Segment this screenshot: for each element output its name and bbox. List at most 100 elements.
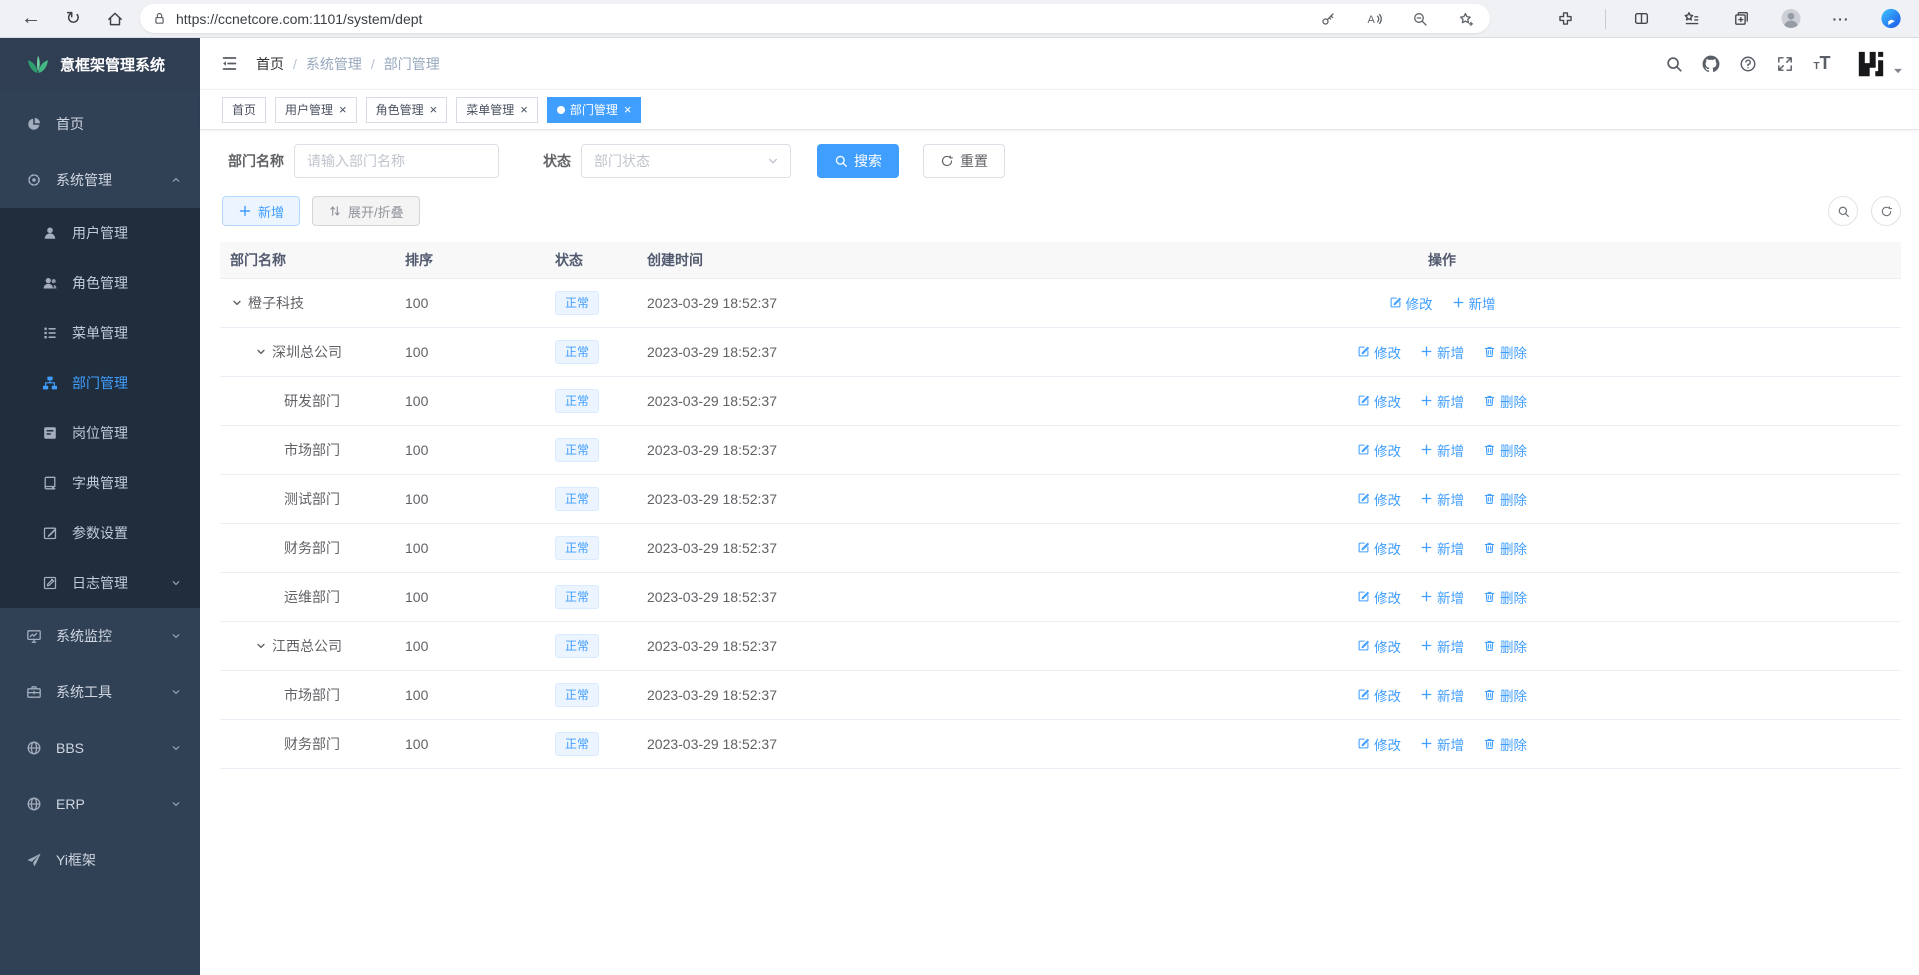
tab-dept[interactable]: 部门管理× [547, 97, 642, 123]
back-arrow-icon[interactable]: ← [20, 8, 42, 30]
tree-caret-icon[interactable] [230, 296, 244, 310]
row-add-link[interactable]: 新增 [1420, 342, 1464, 362]
row-delete-link[interactable]: 删除 [1483, 391, 1527, 411]
row-delete-link[interactable]: 删除 [1483, 734, 1527, 754]
sidebar-item-user-mgmt[interactable]: 用户管理 [0, 208, 200, 258]
row-delete-link[interactable]: 删除 [1483, 538, 1527, 558]
home-icon[interactable] [104, 8, 126, 30]
more-icon[interactable]: ··· [1831, 9, 1851, 29]
row-delete-link[interactable]: 删除 [1483, 342, 1527, 362]
search-icon[interactable] [1662, 52, 1686, 76]
star-plus-icon[interactable] [1456, 9, 1476, 29]
row-add-link[interactable]: 新增 [1420, 391, 1464, 411]
user-menu[interactable] [1856, 49, 1903, 79]
sidebar-item-bbs[interactable]: BBS [0, 720, 200, 776]
sidebar-item-role-mgmt[interactable]: 角色管理 [0, 258, 200, 308]
badge-icon [42, 425, 58, 441]
row-add-link[interactable]: 新增 [1420, 734, 1464, 754]
split-screen-icon[interactable] [1605, 9, 1651, 29]
row-edit-link[interactable]: 修改 [1357, 587, 1401, 607]
collapse-menu-icon[interactable] [220, 54, 240, 74]
add-button[interactable]: 新增 [222, 196, 300, 226]
profile-icon[interactable] [1781, 9, 1801, 29]
breadcrumb-item[interactable]: 首页 [256, 54, 284, 74]
read-aloud-icon[interactable]: A [1364, 9, 1384, 29]
row-edit-link[interactable]: 修改 [1357, 489, 1401, 509]
sidebar-item-dict-mgmt[interactable]: 字典管理 [0, 458, 200, 508]
refresh-table-button[interactable] [1871, 196, 1901, 226]
tree-caret-icon[interactable] [254, 639, 268, 653]
row-add-link[interactable]: 新增 [1420, 587, 1464, 607]
row-add-link[interactable]: 新增 [1420, 636, 1464, 656]
tab-role[interactable]: 角色管理× [366, 97, 448, 123]
close-icon[interactable]: × [520, 103, 528, 116]
sidebar-item-log-mgmt[interactable]: 日志管理 [0, 558, 200, 608]
filler-cell [1592, 376, 1901, 425]
row-edit-link[interactable]: 修改 [1357, 538, 1401, 558]
app-logo: 意框架管理系统 [0, 38, 200, 90]
row-add-link[interactable]: 新增 [1420, 538, 1464, 558]
row-edit-link[interactable]: 修改 [1357, 391, 1401, 411]
row-edit-link[interactable]: 修改 [1357, 440, 1401, 460]
row-delete-link[interactable]: 删除 [1483, 636, 1527, 656]
row-add-link[interactable]: 新增 [1452, 293, 1496, 313]
search-button[interactable]: 搜索 [817, 144, 899, 178]
created-time-cell: 2023-03-29 18:52:37 [637, 278, 1292, 327]
sidebar-item-system-monitor[interactable]: 系统监控 [0, 608, 200, 664]
reload-icon[interactable]: ↻ [62, 8, 84, 30]
row-delete-link[interactable]: 删除 [1483, 587, 1527, 607]
status-select[interactable]: 部门状态 [581, 144, 791, 178]
tab-user[interactable]: 用户管理× [275, 97, 357, 123]
row-edit-link[interactable]: 修改 [1357, 636, 1401, 656]
help-icon[interactable] [1736, 52, 1760, 76]
font-size-icon[interactable]: TT [1810, 52, 1834, 76]
row-edit-link[interactable]: 修改 [1389, 293, 1433, 313]
sidebar-item-dept-mgmt[interactable]: 部门管理 [0, 358, 200, 408]
row-add-link[interactable]: 新增 [1420, 685, 1464, 705]
row-delete-link[interactable]: 删除 [1483, 685, 1527, 705]
chevron-down-icon [170, 630, 182, 642]
reset-button[interactable]: 重置 [923, 144, 1005, 178]
sidebar-item-param-settings[interactable]: 参数设置 [0, 508, 200, 558]
fullscreen-icon[interactable] [1773, 52, 1797, 76]
address-bar[interactable]: https://ccnetcore.com:1101/system/dept A [140, 4, 1490, 33]
sort-cell: 100 [395, 621, 545, 670]
row-delete-link[interactable]: 删除 [1483, 489, 1527, 509]
created-time-cell: 2023-03-29 18:52:37 [637, 670, 1292, 719]
sidebar-item-post-mgmt[interactable]: 岗位管理 [0, 408, 200, 458]
chevron-down-icon [170, 742, 182, 754]
key-icon[interactable] [1318, 9, 1338, 29]
collections-icon[interactable] [1731, 9, 1751, 29]
action-label: 删除 [1500, 587, 1527, 607]
sidebar-item-erp[interactable]: ERP [0, 776, 200, 832]
sidebar-item-menu-mgmt[interactable]: 菜单管理 [0, 308, 200, 358]
github-icon[interactable] [1699, 52, 1723, 76]
tree-caret-icon[interactable] [254, 345, 268, 359]
close-icon[interactable]: × [624, 103, 632, 116]
tab-home[interactable]: 首页 [222, 97, 266, 123]
action-label: 修改 [1374, 440, 1401, 460]
row-delete-link[interactable]: 删除 [1483, 440, 1527, 460]
row-edit-link[interactable]: 修改 [1357, 734, 1401, 754]
sidebar-item-home[interactable]: 首页 [0, 96, 200, 152]
close-icon[interactable]: × [430, 103, 438, 116]
status-select-placeholder: 部门状态 [594, 151, 650, 171]
table-row: 市场部门100正常2023-03-29 18:52:37修改新增删除 [220, 670, 1901, 719]
sidebar-item-system-tools[interactable]: 系统工具 [0, 664, 200, 720]
row-add-link[interactable]: 新增 [1420, 440, 1464, 460]
toggle-search-button[interactable] [1828, 196, 1858, 226]
sidebar-item-system-admin[interactable]: 系统管理 [0, 152, 200, 208]
zoom-out-icon[interactable] [1410, 9, 1430, 29]
extensions-icon[interactable] [1555, 9, 1575, 29]
favorites-icon[interactable] [1681, 9, 1701, 29]
dept-name-input[interactable] [294, 144, 499, 178]
close-icon[interactable]: × [339, 103, 347, 116]
sidebar-item-yi-framework[interactable]: Yi框架 [0, 832, 200, 888]
row-add-link[interactable]: 新增 [1420, 489, 1464, 509]
bing-icon[interactable] [1881, 9, 1901, 29]
row-edit-link[interactable]: 修改 [1357, 342, 1401, 362]
row-edit-link[interactable]: 修改 [1357, 685, 1401, 705]
expand-collapse-button[interactable]: 展开/折叠 [312, 196, 420, 226]
tab-menu[interactable]: 菜单管理× [456, 97, 538, 123]
active-tab-dot [557, 106, 565, 114]
